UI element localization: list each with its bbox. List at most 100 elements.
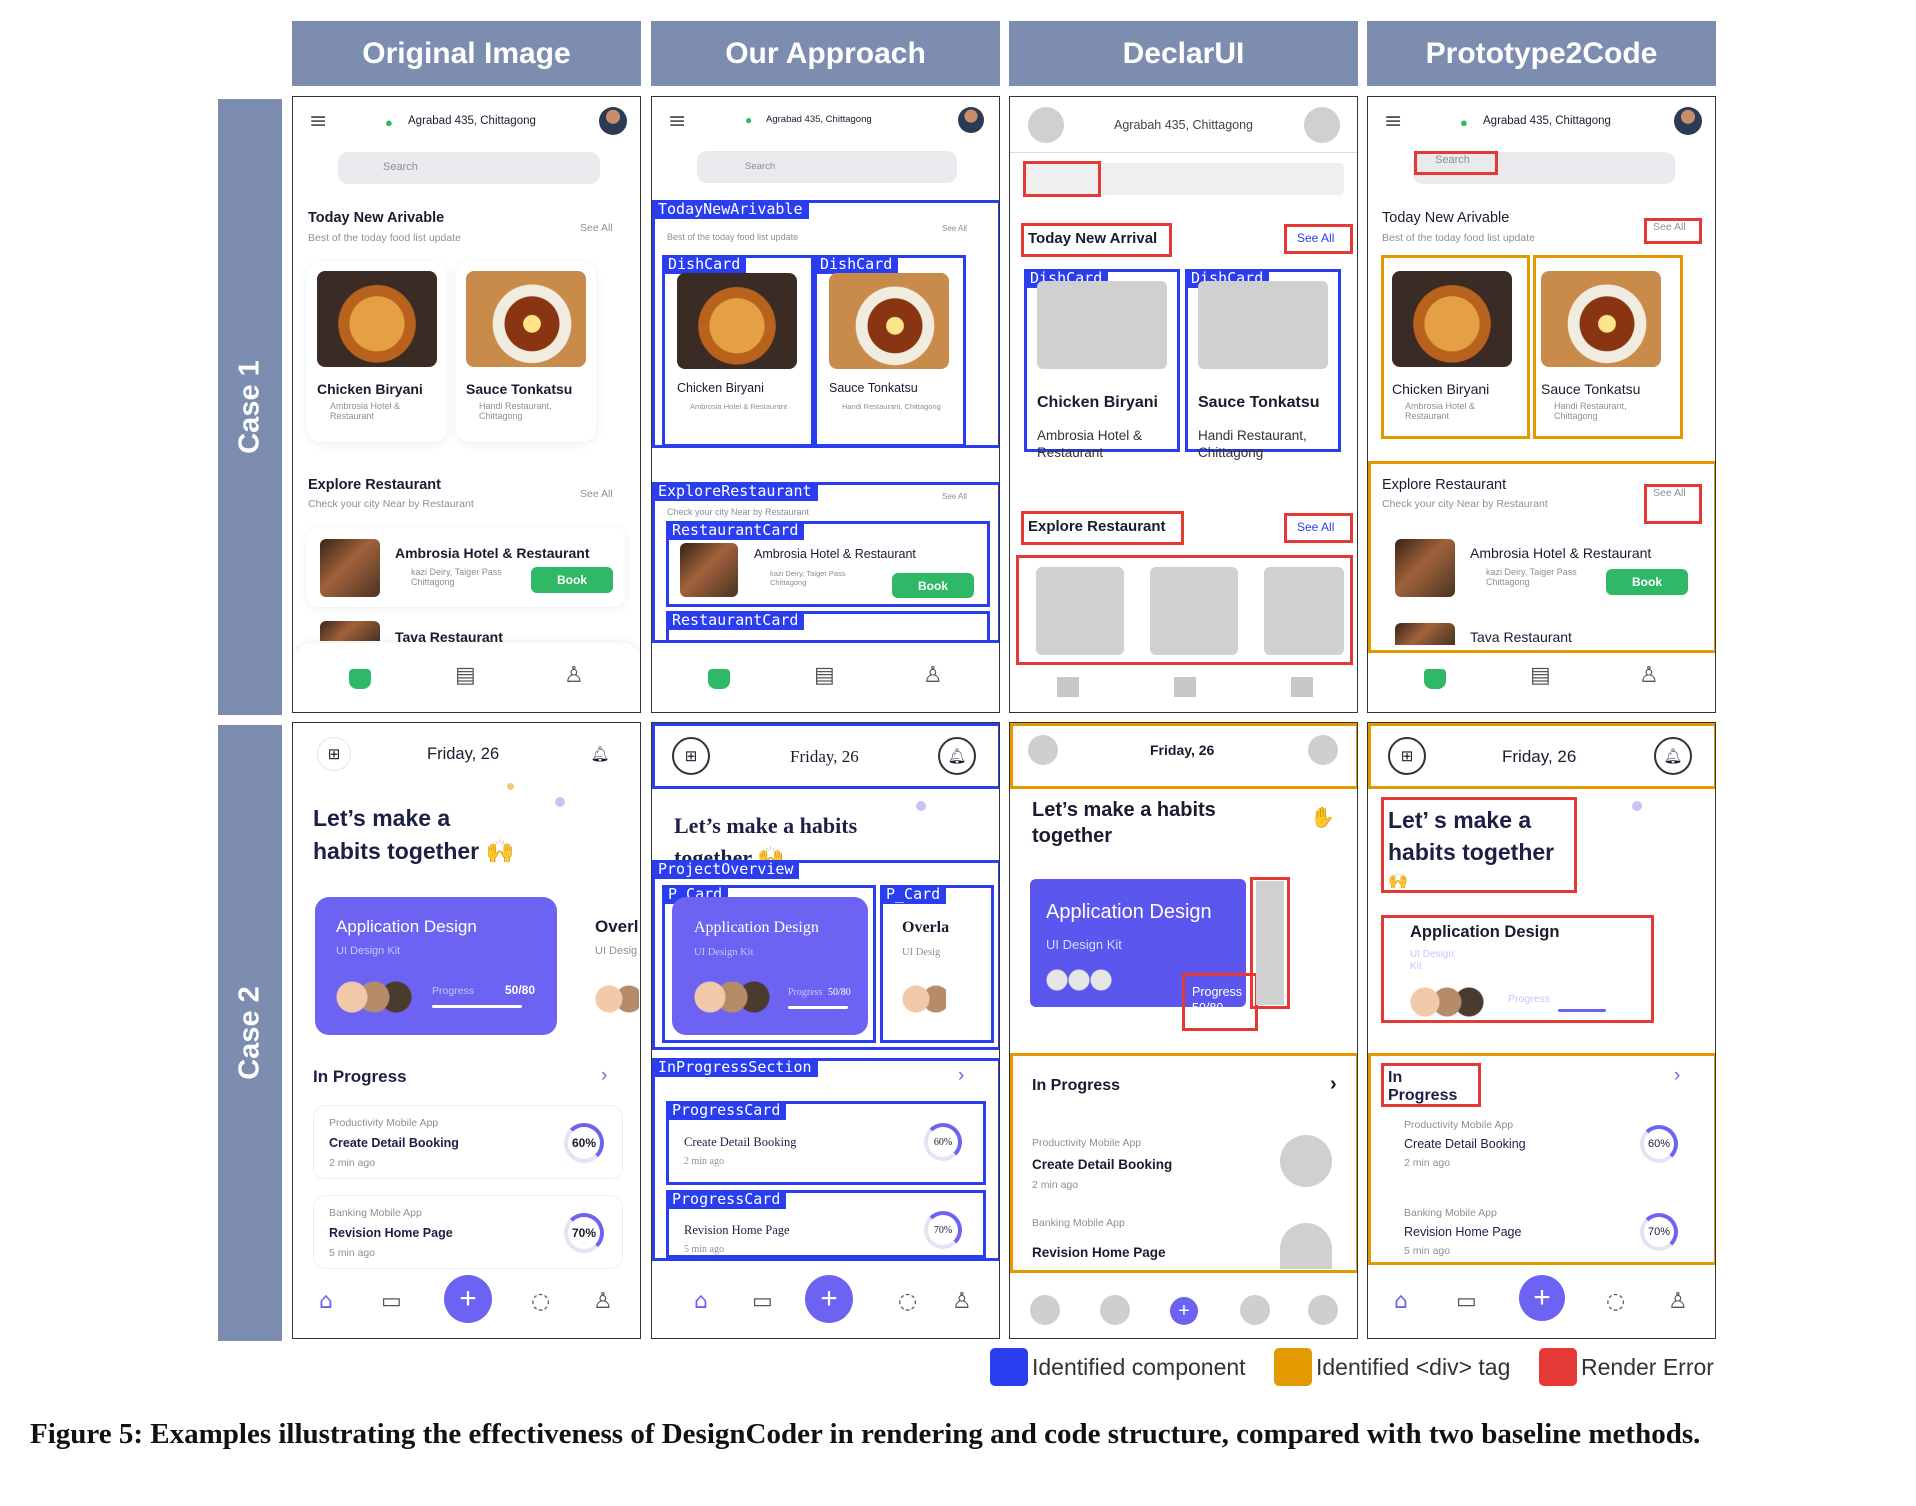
dish-image	[677, 273, 797, 369]
home-icon[interactable]: ⌂	[694, 1289, 708, 1314]
avatar[interactable]	[1674, 107, 1702, 135]
today-subtitle: Best of the today food list update	[667, 232, 799, 242]
book-button[interactable]: Book	[892, 573, 974, 598]
project-subtitle: UI Design Kit	[1046, 937, 1122, 952]
progress-label: Progress	[432, 985, 475, 997]
progress-ring: 60%	[1640, 1125, 1678, 1163]
calendar-icon[interactable]: ▤	[1530, 663, 1551, 688]
nav-placeholder[interactable]	[1100, 1295, 1130, 1325]
add-button[interactable]: +	[1170, 1297, 1198, 1325]
nav-placeholder[interactable]	[1057, 677, 1079, 697]
ring-placeholder	[1280, 1223, 1332, 1269]
grid-placeholder[interactable]	[1028, 735, 1058, 765]
folder-icon[interactable]: ▭	[381, 1289, 402, 1314]
component-label: ProgressCard	[666, 1190, 787, 1209]
explore-subtitle: Check your city Near by Restaurant	[667, 507, 810, 517]
grid-icon[interactable]: ⊞	[317, 737, 351, 771]
folder-icon[interactable]: ▭	[1456, 1289, 1477, 1314]
project-subtitle: UI Design Kit	[336, 945, 401, 957]
avatar[interactable]	[958, 107, 984, 133]
chevron-right-icon[interactable]: ›	[601, 1065, 607, 1087]
menu-icon[interactable]: ≡	[668, 109, 686, 134]
explore-title: Explore Restaurant	[1382, 477, 1507, 493]
case1-original-panel: ≡ ● Agrabad 435, Chittagong Search Today…	[292, 96, 641, 713]
member-avatars	[336, 981, 412, 1013]
location-text: Agrabad 435, Chittagong	[1483, 115, 1611, 127]
home-icon[interactable]	[349, 669, 371, 689]
search-input[interactable]	[697, 151, 957, 183]
task-title: Revision Home Page	[1032, 1245, 1166, 1260]
folder-icon[interactable]: ▭	[752, 1289, 773, 1314]
restaurant-name: Ambrosia Hotel & Restaurant	[395, 545, 590, 561]
restaurant-image	[320, 621, 380, 641]
add-button[interactable]: +	[805, 1275, 853, 1323]
add-button[interactable]: +	[444, 1275, 492, 1323]
chevron-right-icon[interactable]: ›	[958, 1065, 964, 1087]
profile-icon[interactable]: ♙	[564, 663, 584, 688]
member-avatars	[694, 981, 770, 1013]
case2-prototype2code-panel: ⊞ Friday, 26 🔔︎ Let’ s make a habits tog…	[1367, 722, 1716, 1339]
search-placeholder: Search	[383, 161, 418, 173]
profile-icon[interactable]: ♙	[593, 1289, 613, 1314]
nav-placeholder[interactable]	[1240, 1295, 1270, 1325]
see-all-link[interactable]: See All	[942, 224, 967, 233]
bell-icon[interactable]: 🔔︎	[938, 737, 976, 775]
restaurant-address: kazi Deiry, Taiger Pass Chittagong	[770, 569, 846, 587]
profile-icon[interactable]: ♙	[952, 1289, 972, 1314]
menu-icon[interactable]: ≡	[309, 109, 327, 134]
nav-placeholder[interactable]	[1030, 1295, 1060, 1325]
profile-icon[interactable]: ♙	[1668, 1289, 1688, 1314]
grid-icon[interactable]: ⊞	[1388, 737, 1426, 775]
component-label: ProjectOverview	[652, 860, 800, 879]
add-button[interactable]: +	[1519, 1275, 1565, 1321]
see-all-link[interactable]: See All	[580, 222, 613, 234]
nav-placeholder[interactable]	[1291, 677, 1313, 697]
home-icon[interactable]	[1424, 669, 1446, 689]
dish-name: Chicken Biryani	[677, 381, 764, 395]
see-all-link[interactable]: See All	[580, 488, 613, 500]
profile-icon[interactable]: ♙	[1639, 663, 1659, 688]
clap-icon: ✋	[1310, 807, 1335, 829]
nav-placeholder[interactable]	[1308, 1295, 1338, 1325]
bell-icon[interactable]: 🔔︎	[583, 737, 617, 771]
bell-icon[interactable]: 🔔︎	[1654, 737, 1692, 775]
see-all-link[interactable]: See All	[942, 492, 967, 501]
avatar-placeholder[interactable]	[1304, 107, 1340, 143]
legend-error: Render Error	[1539, 1347, 1714, 1387]
dish-image	[466, 271, 586, 367]
calendar-icon[interactable]: ▤	[455, 663, 476, 688]
progress-bar	[788, 1006, 848, 1009]
date-text: Friday, 26	[427, 745, 500, 763]
home-icon[interactable]: ⌂	[319, 1289, 333, 1314]
chat-icon[interactable]: ◌	[898, 1289, 917, 1314]
task-category: Productivity Mobile App	[1032, 1137, 1142, 1149]
home-icon[interactable]	[708, 669, 730, 689]
book-button[interactable]: Book	[1606, 569, 1688, 595]
case1-ours-panel: ≡ ● Agrabad 435, Chittagong Search Today…	[651, 96, 1000, 713]
menu-icon[interactable]: ≡	[1384, 109, 1402, 134]
chevron-right-icon[interactable]: ›	[1330, 1073, 1337, 1096]
avatar[interactable]	[599, 107, 627, 135]
render-error-box	[1414, 151, 1498, 175]
calendar-icon[interactable]: ▤	[814, 663, 835, 688]
home-icon[interactable]: ⌂	[1394, 1289, 1408, 1314]
profile-icon[interactable]: ♙	[923, 663, 943, 688]
legend-component: Identified component	[990, 1347, 1246, 1387]
dish-name: Chicken Biryani	[1392, 381, 1490, 397]
chat-icon[interactable]: ◌	[1606, 1289, 1625, 1314]
dish-name: Chicken Biryani	[1037, 394, 1158, 411]
search-input[interactable]	[338, 152, 600, 184]
grid-icon[interactable]: ⊞	[672, 737, 710, 775]
menu-placeholder[interactable]	[1028, 107, 1064, 143]
task-time: 5 min ago	[684, 1244, 724, 1255]
nav-placeholder[interactable]	[1174, 677, 1196, 697]
project-card[interactable]	[672, 897, 868, 1035]
chevron-right-icon[interactable]: ›	[1674, 1065, 1680, 1087]
chat-icon[interactable]: ◌	[531, 1289, 550, 1314]
task-title: Create Detail Booking	[329, 1136, 459, 1150]
headline-line2: together 🙌	[674, 845, 785, 860]
case1-prototype2code-panel: ≡ ● Agrabad 435, Chittagong Search Today…	[1367, 96, 1716, 713]
date-text: Friday, 26	[790, 747, 859, 766]
bell-placeholder[interactable]	[1308, 735, 1338, 765]
book-button[interactable]: Book	[531, 567, 613, 593]
